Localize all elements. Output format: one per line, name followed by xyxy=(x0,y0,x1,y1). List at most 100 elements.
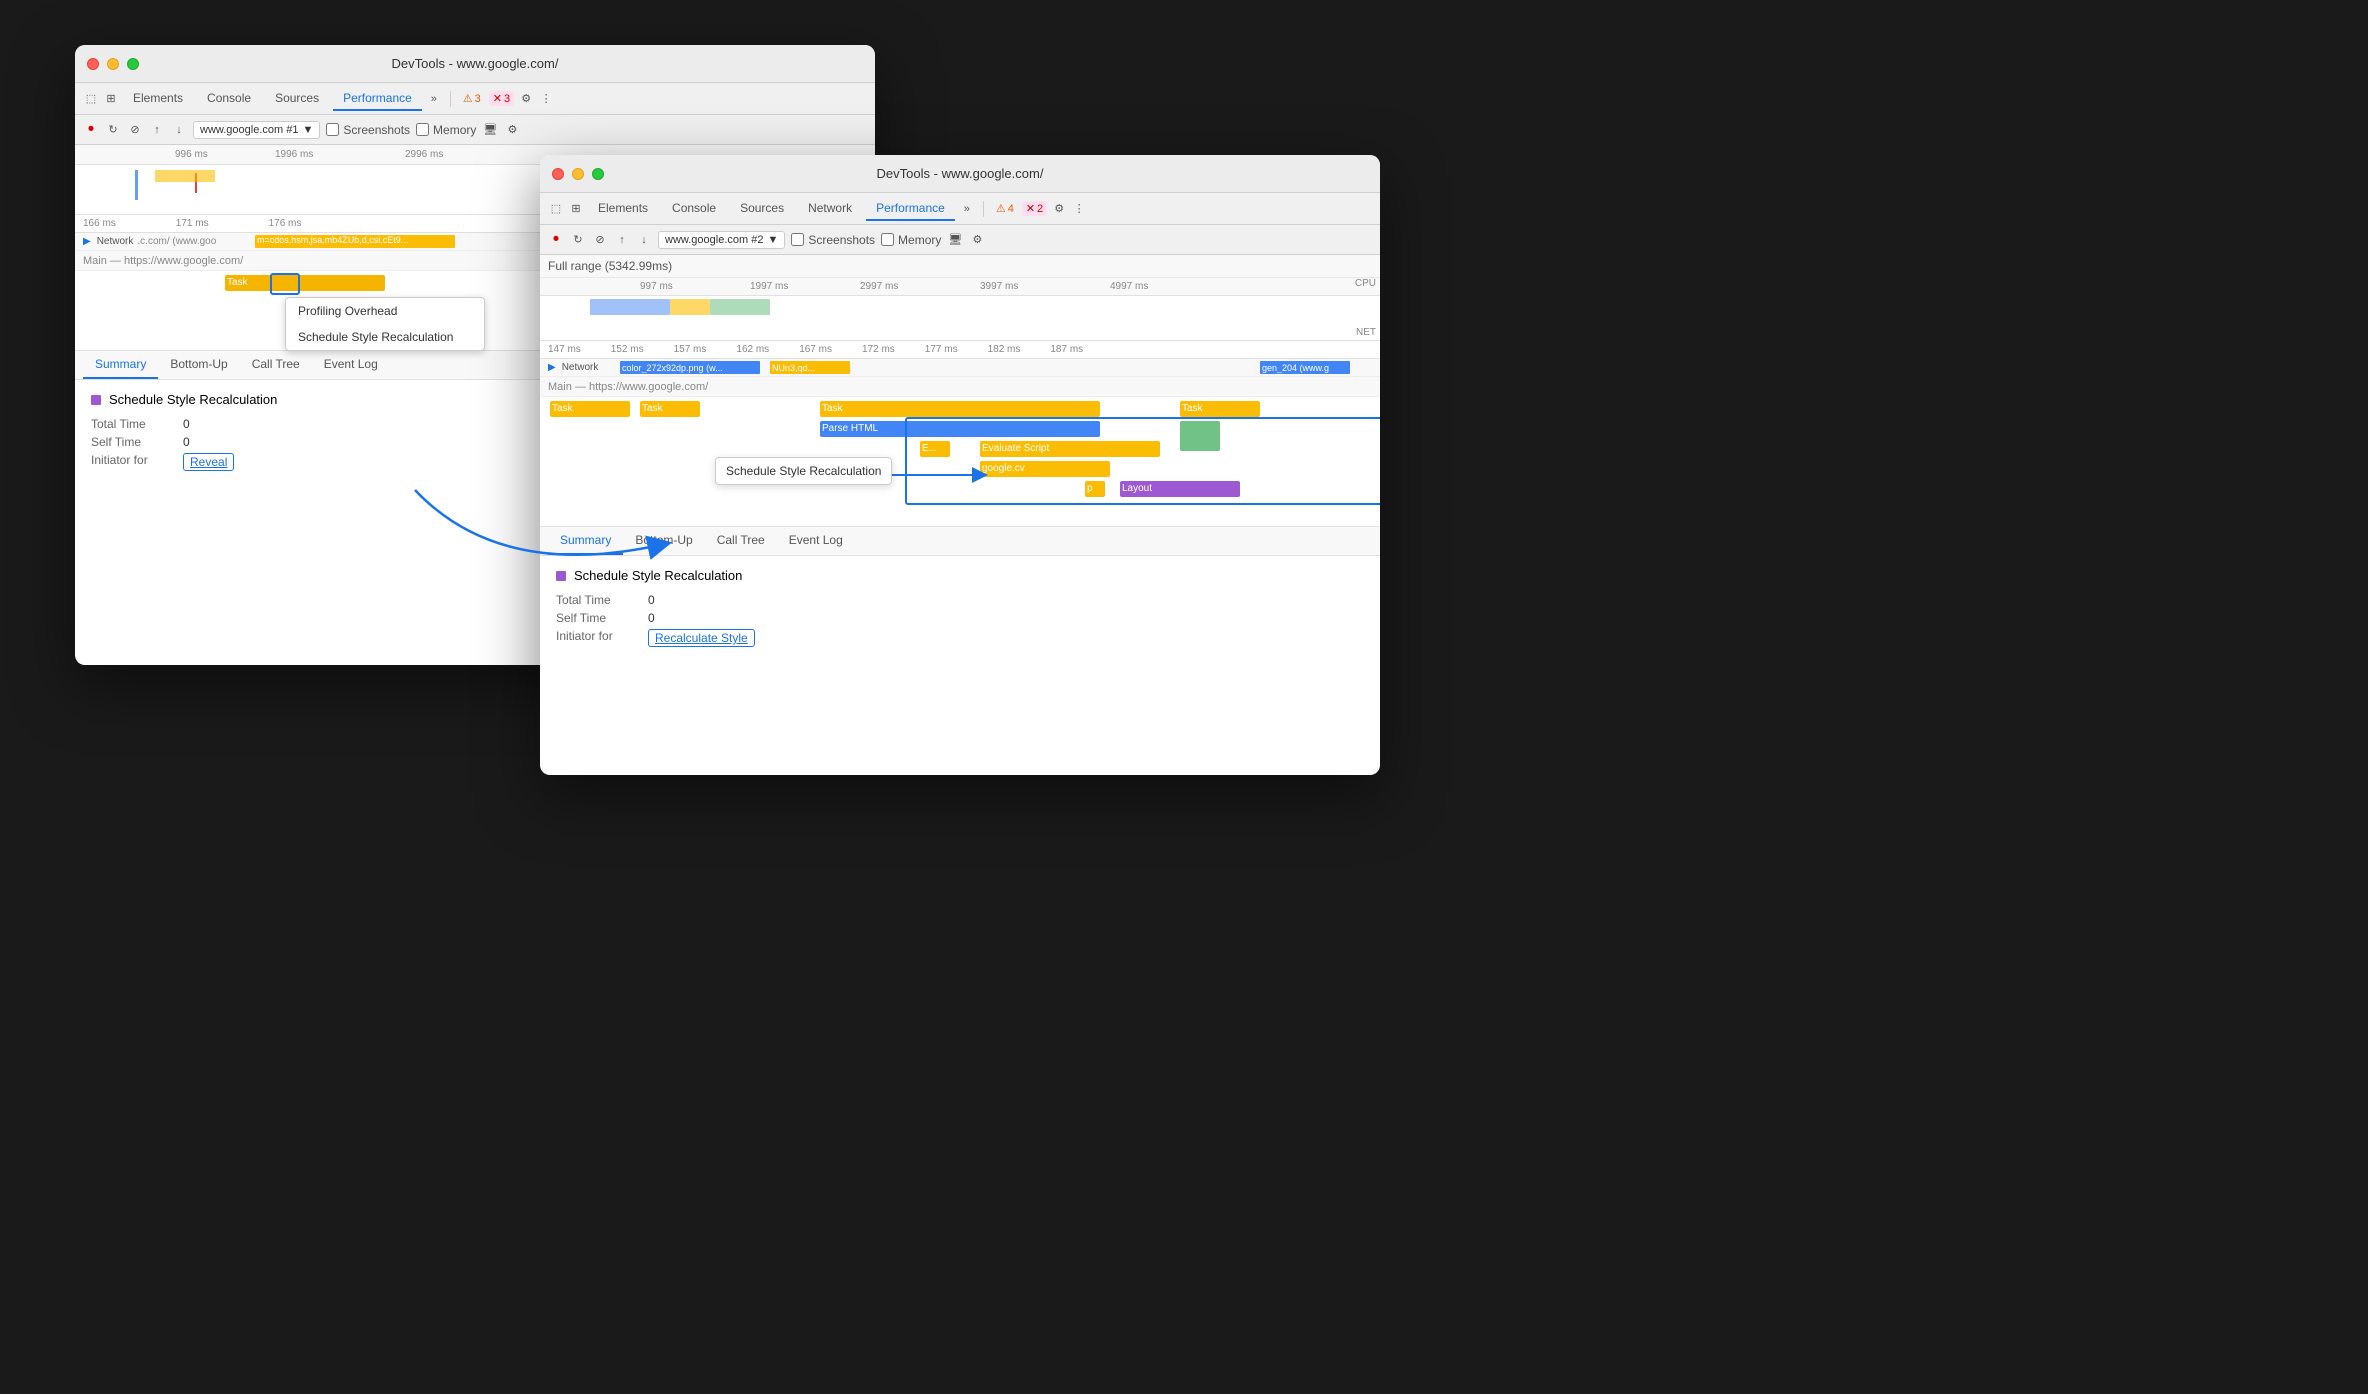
summary-title-2: Schedule Style Recalculation xyxy=(556,568,1364,583)
upload-icon-2[interactable]: ↑ xyxy=(614,232,630,248)
display-icon-1[interactable]: 🖥 xyxy=(482,122,498,138)
memory-checkbox-1[interactable]: Memory xyxy=(416,123,476,137)
separator-1 xyxy=(450,91,451,107)
summary-panel-2: Schedule Style Recalculation Total Time … xyxy=(540,556,1380,663)
settings2-icon-2[interactable]: ⚙ xyxy=(969,232,985,248)
tab-performance-1[interactable]: Performance xyxy=(333,87,422,111)
toolbar2-1: ⏺ ↻ ⊘ ↑ ↓ www.google.com #1 ▼ Screenshot… xyxy=(75,115,875,145)
settings2-icon-1[interactable]: ⚙ xyxy=(504,122,520,138)
main-label-1: Main — https://www.google.com/ xyxy=(83,255,243,267)
tab-calltree-1[interactable]: Call Tree xyxy=(240,351,312,379)
dtick-147: 147 ms xyxy=(548,344,581,355)
dtick-177: 177 ms xyxy=(925,344,958,355)
dtick-157: 157 ms xyxy=(674,344,707,355)
tab-elements-1[interactable]: Elements xyxy=(123,87,193,111)
flamechart-2[interactable]: Task Task Task Task Parse HTML E... Eval… xyxy=(540,397,1380,527)
highlight-box-flamechart xyxy=(905,417,1380,505)
url-label-2: www.google.com #2 xyxy=(665,234,763,246)
memory-checkbox-2[interactable]: Memory xyxy=(881,233,941,247)
upload-icon-1[interactable]: ↑ xyxy=(149,122,165,138)
mini-timeline-2[interactable]: NET xyxy=(540,296,1380,341)
dtick-176: 176 ms xyxy=(269,218,302,229)
schedule-tooltip: Schedule Style Recalculation xyxy=(715,457,892,485)
minimize-button-2[interactable] xyxy=(572,168,584,180)
window-title-1: DevTools - www.google.com/ xyxy=(392,56,559,71)
settings-icon-2[interactable]: ⚙ xyxy=(1051,201,1067,217)
detail-ruler-2: 147 ms 152 ms 157 ms 162 ms 167 ms 172 m… xyxy=(540,341,1380,359)
tab-console-2[interactable]: Console xyxy=(662,197,726,221)
tick-996: 996 ms xyxy=(175,149,208,160)
tab-performance-2[interactable]: Performance xyxy=(866,197,955,221)
record-icon-2[interactable]: ⏺ xyxy=(548,232,564,248)
tab-summary-2[interactable]: Summary xyxy=(548,527,623,555)
network-file2: NUn3,qd... xyxy=(770,361,850,374)
task-bar-2a: Task xyxy=(550,401,630,417)
tab-eventlog-1[interactable]: Event Log xyxy=(312,351,390,379)
error-badge-1: ✕ 3 xyxy=(489,91,514,106)
maximize-button-2[interactable] xyxy=(592,168,604,180)
right-arrow-1: ▶ xyxy=(83,236,91,247)
dtick-187: 187 ms xyxy=(1050,344,1083,355)
initiator-link-1[interactable]: Reveal xyxy=(183,453,234,471)
summary-event-title-2: Schedule Style Recalculation xyxy=(574,568,742,583)
self-time-value-1: 0 xyxy=(183,435,190,449)
cursor-icon[interactable]: ⬚ xyxy=(83,91,99,107)
network-url-1: .c.com/ (www.goo xyxy=(137,236,216,247)
url-selector-2[interactable]: www.google.com #2 ▼ xyxy=(658,231,785,249)
close-button-2[interactable] xyxy=(552,168,564,180)
dropdown-item-profiling[interactable]: Profiling Overhead xyxy=(286,298,484,324)
clear-icon-1[interactable]: ⊘ xyxy=(127,122,143,138)
screenshots-checkbox-2[interactable]: Screenshots xyxy=(791,233,875,247)
warning-badge-1: ⚠ 3 xyxy=(459,91,485,106)
clear-icon-2[interactable]: ⊘ xyxy=(592,232,608,248)
download-icon-1[interactable]: ↓ xyxy=(171,122,187,138)
tab-calltree-2[interactable]: Call Tree xyxy=(705,527,777,555)
tab-network-2[interactable]: Network xyxy=(798,197,862,221)
total-time-label-1: Total Time xyxy=(91,417,171,431)
main-section-2: Main — https://www.google.com/ xyxy=(540,377,1380,397)
minimize-button-1[interactable] xyxy=(107,58,119,70)
tab-summary-1[interactable]: Summary xyxy=(83,351,158,379)
tab-eventlog-2[interactable]: Event Log xyxy=(777,527,855,555)
record-icon-1[interactable]: ⏺ xyxy=(83,122,99,138)
settings-icon-1[interactable]: ⚙ xyxy=(518,91,534,107)
tick-2997: 2997 ms xyxy=(860,281,898,292)
error-badge-2: ✕ 2 xyxy=(1022,201,1047,216)
download-icon-2[interactable]: ↓ xyxy=(636,232,652,248)
dropdown-item-schedule[interactable]: Schedule Style Recalculation xyxy=(286,324,484,350)
more-icon-2[interactable]: ⋮ xyxy=(1071,201,1087,217)
layers-icon[interactable]: ⊞ xyxy=(103,91,119,107)
display-icon-2[interactable]: 🖥 xyxy=(947,232,963,248)
tab-sources-1[interactable]: Sources xyxy=(265,87,329,111)
more-tabs-icon-2[interactable]: » xyxy=(959,201,975,217)
reload-icon-2[interactable]: ↻ xyxy=(570,232,586,248)
screenshots-checkbox-1[interactable]: Screenshots xyxy=(326,123,410,137)
url-selector-1[interactable]: www.google.com #1 ▼ xyxy=(193,121,320,139)
tick-2996: 2996 ms xyxy=(405,149,443,160)
self-time-value-2: 0 xyxy=(648,611,655,625)
highlight-box-task-1 xyxy=(270,273,300,295)
cursor-icon-2[interactable]: ⬚ xyxy=(548,201,564,217)
network-row-2: ▶ Network color_272x92dp.png (w... NUn3,… xyxy=(540,359,1380,377)
tab-bottomup-1[interactable]: Bottom-Up xyxy=(158,351,239,379)
dtick-152: 152 ms xyxy=(611,344,644,355)
tab-sources-2[interactable]: Sources xyxy=(730,197,794,221)
tab-elements-2[interactable]: Elements xyxy=(588,197,658,221)
tab-bottomup-2[interactable]: Bottom-Up xyxy=(623,527,704,555)
more-icon-1[interactable]: ⋮ xyxy=(538,91,554,107)
dtick-172: 172 ms xyxy=(862,344,895,355)
layers-icon-2[interactable]: ⊞ xyxy=(568,201,584,217)
reload-icon-1[interactable]: ↻ xyxy=(105,122,121,138)
color-dot-1 xyxy=(91,395,101,405)
tick-1996: 1996 ms xyxy=(275,149,313,160)
close-button-1[interactable] xyxy=(87,58,99,70)
right-arrow-2: ▶ xyxy=(548,362,556,373)
task-bar-2c: Task xyxy=(820,401,1100,417)
chevron-icon-1: ▼ xyxy=(302,124,313,136)
tab-console-1[interactable]: Console xyxy=(197,87,261,111)
network-file1: color_272x92dp.png (w... xyxy=(620,361,760,374)
more-tabs-icon-1[interactable]: » xyxy=(426,91,442,107)
maximize-button-1[interactable] xyxy=(127,58,139,70)
timeline-bar-1 xyxy=(135,170,138,200)
initiator-link-2[interactable]: Recalculate Style xyxy=(648,629,755,647)
